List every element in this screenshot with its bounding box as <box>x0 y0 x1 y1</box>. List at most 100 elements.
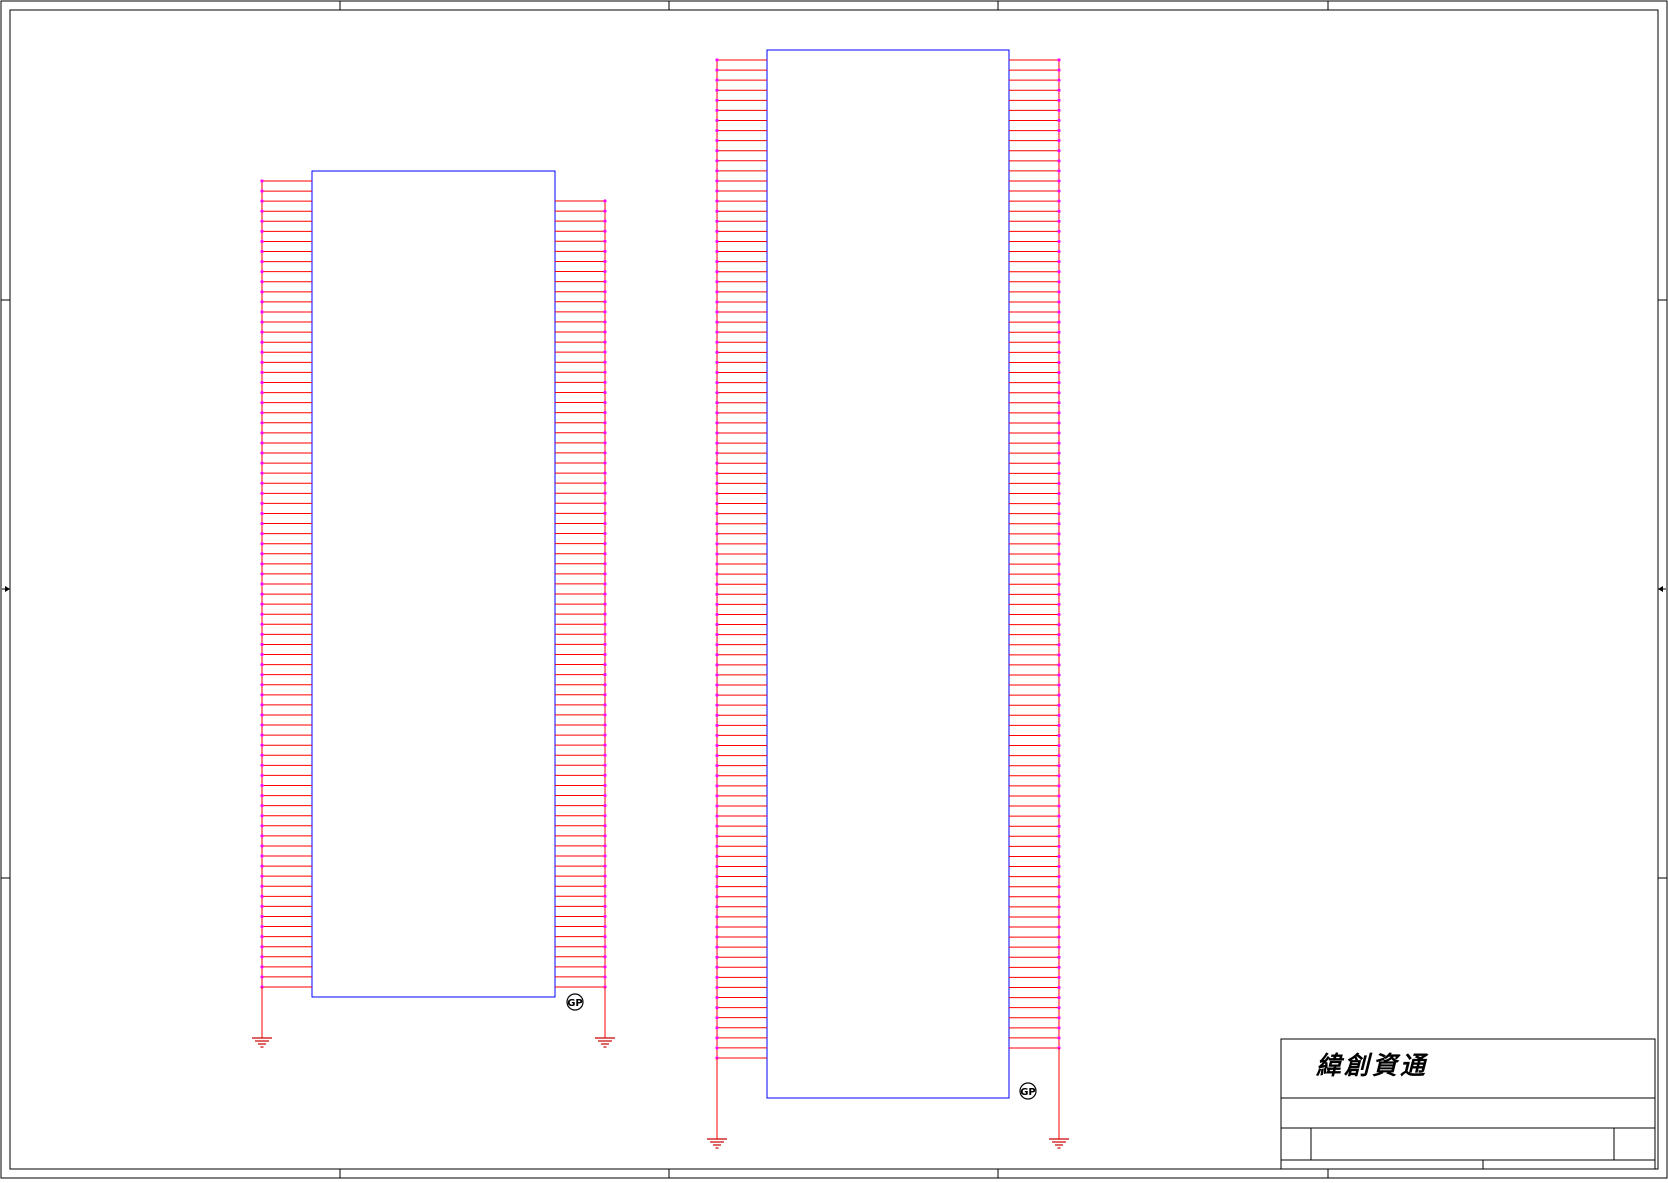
right-pin-dot <box>1057 270 1061 274</box>
left-pin-dot <box>260 491 264 495</box>
right-pin-dot <box>1057 743 1061 748</box>
right-pin-dot <box>1057 975 1061 980</box>
right-pin-dot <box>1057 1026 1061 1030</box>
left-pin-dot <box>715 723 719 727</box>
left-pin-dot <box>715 209 719 213</box>
left-pin-dot <box>260 703 264 707</box>
left-pin-dot <box>715 683 719 687</box>
right-pin-dot <box>603 894 607 898</box>
right-pin-dot <box>603 834 607 838</box>
left-pin-dot <box>260 370 264 375</box>
right-pin-dot <box>603 924 607 929</box>
right-pin-dot <box>603 874 607 878</box>
left-pin-dot <box>715 814 719 818</box>
right-pin-dot <box>1057 804 1061 808</box>
right-pin-dot <box>1057 1006 1061 1010</box>
right-pin-dot <box>1057 189 1061 193</box>
ground-symbols <box>252 987 1069 1149</box>
left-pin-dot <box>715 159 719 163</box>
right-pin-dot <box>603 320 607 324</box>
right-pin-dot <box>603 431 607 435</box>
left-pin-dot <box>715 562 719 566</box>
left-pin-dot <box>715 340 719 344</box>
left-pin-dot <box>260 229 264 233</box>
right-pin-dot <box>1057 159 1061 163</box>
right-pin-dot <box>603 602 607 606</box>
right-pin-dot <box>1057 542 1061 546</box>
left-pin-dot <box>715 1046 719 1050</box>
right-pin-dot <box>603 864 607 868</box>
left-pin-dot <box>260 270 264 274</box>
right-pin-dot <box>603 350 607 354</box>
left-pin-dot <box>715 602 719 606</box>
right-pin-dot <box>1057 945 1061 949</box>
right-pin-dot <box>1057 501 1061 506</box>
left-pin-dot <box>715 300 719 304</box>
left-pin-dot <box>260 521 264 526</box>
right-pin-dot <box>603 280 607 284</box>
right-pin-dot <box>1057 643 1061 647</box>
right-pin-dot <box>603 300 607 304</box>
right-pin-dot <box>1057 985 1061 990</box>
right-pin-dot <box>1057 844 1061 848</box>
left-pin-dot <box>715 88 719 92</box>
right-pin-dot <box>1057 350 1061 354</box>
right-pin-dot <box>1057 673 1061 677</box>
right-pin-dot <box>603 662 607 667</box>
left-pin-dot <box>260 390 264 395</box>
zone-ticks <box>1 1 1667 1178</box>
left-pin-dot <box>715 703 719 707</box>
right-pin-dot <box>603 340 607 344</box>
center-arrow-right <box>1658 586 1666 592</box>
left-pin-dot <box>260 753 264 757</box>
left-pin-dot <box>260 501 264 505</box>
left-pin-dot <box>715 532 719 536</box>
right-pin-dot <box>603 219 607 223</box>
left-pin-dot <box>260 481 264 485</box>
left-pin-dot <box>715 380 719 385</box>
right-pin-dot <box>603 421 607 425</box>
left-pin-dot <box>260 904 264 909</box>
right-pin-dot <box>1057 128 1061 133</box>
right-pin-dot <box>1057 118 1061 123</box>
left-pin-dot <box>260 814 264 818</box>
left-pin-dot <box>715 834 719 838</box>
left-pin-dot <box>260 642 264 647</box>
left-pin-dot <box>715 713 719 717</box>
left-pin-dot <box>260 945 264 949</box>
left-pin-dot <box>260 401 264 405</box>
left-pin-dot <box>715 592 719 596</box>
left-pin-dot <box>715 451 719 455</box>
right-pin-dot <box>603 955 607 959</box>
left-pin-dot <box>715 58 719 62</box>
right-pin-dot <box>603 673 607 677</box>
right-pin-dot <box>1057 169 1061 173</box>
left-pin-dot <box>260 562 264 566</box>
left-pin-dot <box>260 340 264 344</box>
right-pin-dot <box>1057 149 1061 153</box>
right-pin-dot <box>603 370 607 374</box>
left-pin-dot <box>715 633 719 637</box>
right-pin-dot <box>1057 320 1061 324</box>
right-pin-dot <box>603 531 607 536</box>
left-pin-dot <box>715 118 719 123</box>
left-pin-dot <box>715 733 719 738</box>
left-pin-dot <box>715 149 719 153</box>
right-pin-dot <box>603 854 607 858</box>
left-pin-dot <box>715 471 719 475</box>
right-pin-dot <box>603 269 607 274</box>
left-pin-dot <box>715 643 719 647</box>
left-pin-dot <box>715 864 719 869</box>
left-pin-dot <box>715 68 719 72</box>
left-pin-dot <box>260 320 264 324</box>
right-pin-dot <box>603 511 607 515</box>
left-pin-dot <box>260 894 264 898</box>
left-pin-dot <box>715 985 719 990</box>
left-pin-dot <box>260 824 264 828</box>
gp-logo-2: GP <box>1019 1082 1037 1100</box>
left-pin-dot <box>715 774 719 778</box>
center-arrow-left <box>2 586 10 592</box>
right-pin-dot <box>603 582 607 586</box>
right-pin-dot <box>1057 633 1061 637</box>
right-pin-dot <box>603 763 607 767</box>
